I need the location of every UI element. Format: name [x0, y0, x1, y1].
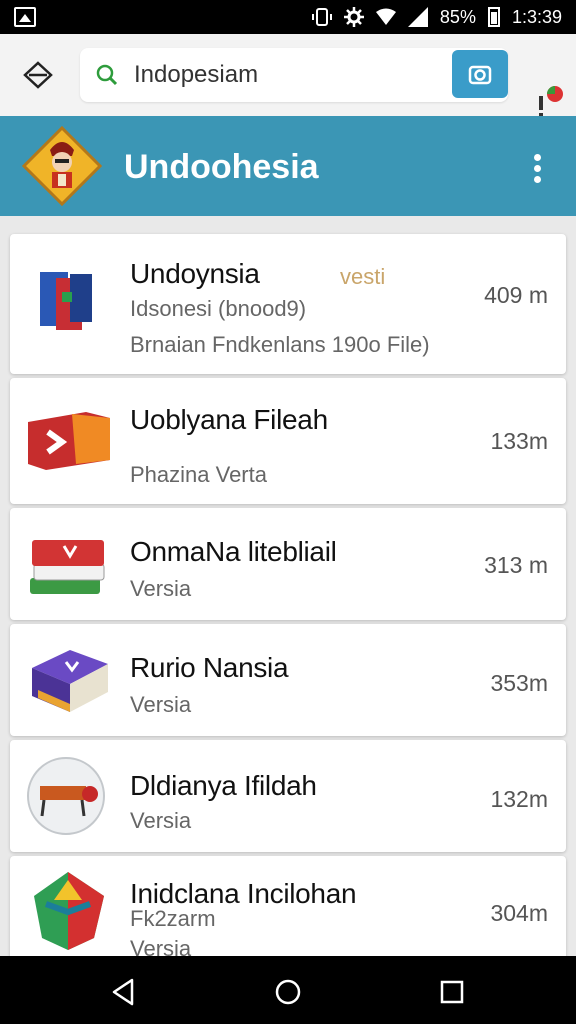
gallery-notification-icon	[14, 7, 36, 27]
search-icon	[96, 64, 118, 86]
back-icon[interactable]	[108, 976, 140, 1008]
item-size: 132m	[490, 786, 548, 812]
item-tag: vesti	[340, 264, 386, 289]
item-size: 304m	[490, 900, 548, 926]
battery-icon	[487, 7, 500, 27]
item-subtitle: Versia	[130, 692, 192, 717]
item-size: 353m	[490, 670, 548, 696]
app-header: Undoohesia	[0, 116, 576, 216]
shield-icon	[34, 872, 104, 950]
system-nav-bar	[0, 956, 576, 1024]
app-title: Undoohesia	[124, 148, 319, 186]
item-title: Uoblyana Fileah	[130, 404, 328, 435]
item-size: 133m	[490, 428, 548, 454]
clock: 1:3:39	[511, 6, 562, 27]
item-title: Rurio Nansia	[130, 652, 289, 683]
book-stack-icon	[30, 540, 105, 594]
item-subtitle: Versia	[130, 808, 192, 833]
more-options-icon[interactable]	[532, 154, 544, 186]
home-icon[interactable]	[272, 976, 304, 1008]
item-subtitle: Versia	[130, 576, 192, 601]
item-title: Undoynsia	[130, 258, 260, 289]
wifi-icon	[375, 8, 396, 25]
vibrate-icon	[311, 8, 332, 26]
app-logo-icon	[22, 126, 102, 206]
camera-icon	[468, 65, 492, 85]
search-query: Indopesiam	[134, 61, 259, 88]
item-subtitle: Phazina Verta	[130, 462, 267, 487]
list-item[interactable]: Undoynsia vesti Idsonesi (bnood9) Brnaia…	[10, 234, 566, 374]
list-item[interactable]: Uoblyana Fileah Phazina Verta 133m	[10, 378, 566, 504]
item-description: Versia	[130, 936, 192, 956]
item-title: OnmaNa litebliail	[130, 536, 337, 567]
list-item[interactable]: Dldianya Ifildah Versia 132m	[10, 740, 566, 852]
desk-tool-icon	[27, 757, 105, 835]
battery-percent: 85%	[439, 6, 476, 27]
settings-gear-icon	[343, 7, 364, 27]
item-size: 313 m	[484, 552, 548, 578]
signal-icon	[407, 7, 428, 27]
list-item[interactable]: OnmaNa litebliail Versia 313 m	[10, 508, 566, 620]
arrow-video-icon	[28, 412, 110, 470]
camera-search-button[interactable]	[452, 50, 508, 98]
list-item[interactable]: Rurio Nansia Versia 353m	[10, 624, 566, 736]
item-subtitle: Fk2zarm	[130, 906, 216, 931]
file-list: Undoynsia vesti Idsonesi (bnood9) Brnaia…	[0, 216, 576, 956]
purple-book-icon	[32, 650, 108, 712]
item-size: 409 m	[484, 282, 548, 308]
search-bar-area: Indopesiam	[0, 34, 576, 117]
item-title: Dldianya Ifildah	[130, 770, 317, 801]
item-subtitle: Idsonesi (bnood9)	[130, 296, 307, 321]
diamond-nav-icon[interactable]	[22, 60, 54, 90]
item-description: Brnaian Fndkenlans 190o File)	[130, 332, 430, 357]
list-item[interactable]: Inidclana Incilohan Fk2zarm Versia 304m	[10, 856, 566, 956]
books-icon	[40, 272, 92, 330]
status-icons: 85% 1:3:39	[311, 0, 562, 34]
search-input[interactable]: Indopesiam	[80, 48, 508, 102]
recent-apps-icon[interactable]	[436, 976, 468, 1008]
status-bar: 85% 1:3:39	[0, 0, 576, 34]
